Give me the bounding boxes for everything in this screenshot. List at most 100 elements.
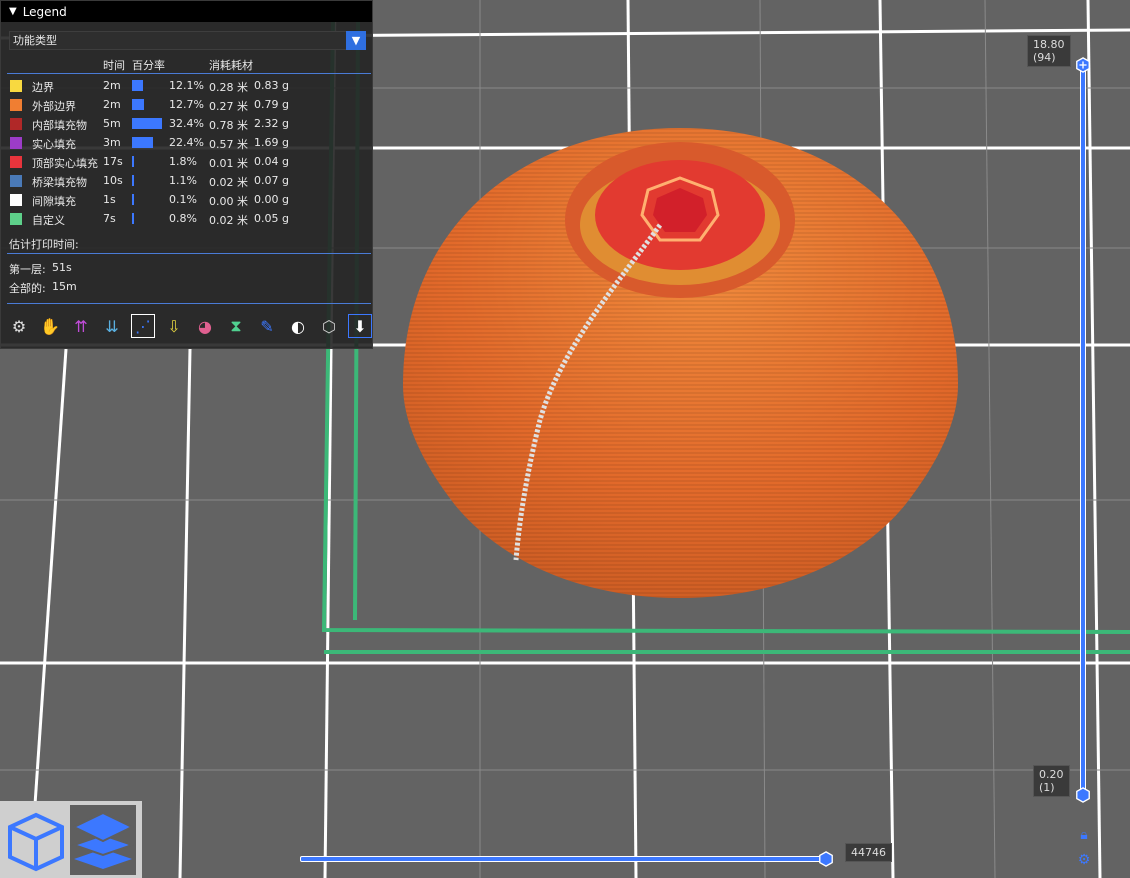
top-layer-handle[interactable] <box>1075 57 1091 73</box>
feature-length: 0.02 米 <box>209 214 248 227</box>
seams-icon[interactable]: ⋰ <box>131 314 155 338</box>
total-value: 15m <box>52 280 77 293</box>
column-time: 时间 <box>103 59 125 72</box>
feature-name: 内部填充物 <box>32 119 87 132</box>
legend-row[interactable]: 边界 2m 12.1% 0.28 米 0.83 g <box>1 76 374 95</box>
feature-time: 2m <box>103 98 121 111</box>
feature-time: 2m <box>103 79 121 92</box>
gear-icon[interactable]: ⚙ <box>1075 851 1093 869</box>
legend-row[interactable]: 桥梁填充物 10s 1.1% 0.02 米 0.07 g <box>1 171 374 190</box>
feature-name: 实心填充 <box>32 138 76 151</box>
color-swatch <box>10 175 22 187</box>
percent-bar <box>132 118 162 129</box>
move-slider-handle[interactable] <box>818 851 834 867</box>
column-percent: 百分率 <box>132 59 165 72</box>
wipe-icon[interactable]: ✋ <box>38 314 62 338</box>
travel-icon[interactable]: ⚙ <box>7 314 31 338</box>
feature-name: 桥梁填充物 <box>32 176 87 189</box>
feature-percent: 1.8% <box>169 155 197 168</box>
custom-gcode-icon[interactable]: ✎ <box>255 314 279 338</box>
shells-icon[interactable]: ⬡ <box>317 314 341 338</box>
top-layer-number: (94) <box>1033 51 1056 64</box>
divider <box>7 73 371 74</box>
bottom-layer-label: 0.20 (1) <box>1033 765 1070 797</box>
feature-time: 17s <box>103 155 123 168</box>
pause-icon[interactable]: ⧗ <box>224 314 248 338</box>
color-swatch <box>10 156 22 168</box>
first-layer-value: 51s <box>52 261 72 274</box>
percent-bar <box>132 213 134 224</box>
feature-weight: 0.83 g <box>254 79 289 92</box>
color-swatch <box>10 213 22 225</box>
feature-length: 0.28 米 <box>209 81 248 94</box>
legend-row[interactable]: 实心填充 3m 22.4% 0.57 米 1.69 g <box>1 133 374 152</box>
center-of-gravity-icon[interactable]: ◐ <box>286 314 310 338</box>
feature-name: 顶部实心填充 <box>32 157 98 170</box>
print-model[interactable] <box>403 128 958 598</box>
tool-marker-icon[interactable]: ⬇ <box>348 314 372 338</box>
feature-percent: 12.7% <box>169 98 204 111</box>
percent-bar <box>132 80 144 91</box>
feature-length: 0.01 米 <box>209 157 248 170</box>
feature-weight: 2.32 g <box>254 117 289 130</box>
move-slider-value: 44746 <box>845 843 892 862</box>
feature-percent: 22.4% <box>169 136 204 149</box>
legend-row[interactable]: 外部边界 2m 12.7% 0.27 米 0.79 g <box>1 95 374 114</box>
feature-percent: 1.1% <box>169 174 197 187</box>
feature-length: 0.02 米 <box>209 176 248 189</box>
percent-bar <box>132 137 153 148</box>
feature-weight: 0.07 g <box>254 174 289 187</box>
feature-time: 3m <box>103 136 121 149</box>
feature-weight: 1.69 g <box>254 136 289 149</box>
feature-weight: 0.05 g <box>254 212 289 225</box>
view-switcher <box>0 801 142 878</box>
first-layer-label: 第一层: <box>9 263 46 276</box>
legend-row[interactable]: 顶部实心填充 17s 1.8% 0.01 米 0.04 g <box>1 152 374 171</box>
feature-length: 0.78 米 <box>209 119 248 132</box>
feature-name: 外部边界 <box>32 100 76 113</box>
retraction-icon[interactable]: ⇈ <box>69 314 93 338</box>
feature-name: 间隙填充 <box>32 195 76 208</box>
lock-icon[interactable]: 🔒︎ <box>1075 826 1093 844</box>
feature-length: 0.00 米 <box>209 195 248 208</box>
legend-titlebar[interactable]: ▼ Legend <box>1 1 372 22</box>
layer-slider-track[interactable] <box>1080 66 1086 797</box>
collapse-triangle-icon[interactable]: ▼ <box>9 6 17 17</box>
total-label: 全部的: <box>9 282 46 295</box>
color-change-icon[interactable]: ◕ <box>193 314 217 338</box>
feature-weight: 0.79 g <box>254 98 289 111</box>
legend-row[interactable]: 内部填充物 5m 32.4% 0.78 米 2.32 g <box>1 114 374 133</box>
feature-time: 5m <box>103 117 121 130</box>
feature-name: 边界 <box>32 81 54 94</box>
percent-bar <box>132 175 134 186</box>
chevron-down-icon[interactable]: ▼ <box>346 31 366 50</box>
feature-weight: 0.00 g <box>254 193 289 206</box>
feature-length: 0.57 米 <box>209 138 248 151</box>
preview-layers-icon[interactable] <box>70 805 136 875</box>
legend-title: Legend <box>22 4 67 19</box>
deretraction-icon[interactable]: ⇊ <box>100 314 124 338</box>
legend-row[interactable]: 间隙填充 1s 0.1% 0.00 米 0.00 g <box>1 190 374 209</box>
bottom-layer-number: (1) <box>1039 781 1055 794</box>
bottom-layer-handle[interactable] <box>1075 787 1091 803</box>
divider <box>7 303 371 304</box>
view-type-dropdown[interactable]: 功能类型 ▼ <box>9 31 366 50</box>
3d-view-icon[interactable] <box>4 805 68 875</box>
option-toolbar: ⚙ ✋ ⇈ ⇊ ⋰ ⇩ ◕ ⧗ ✎ ◐ ⬡ ⬇ <box>7 314 372 338</box>
color-swatch <box>10 118 22 130</box>
legend-row[interactable]: 自定义 7s 0.8% 0.02 米 0.05 g <box>1 209 374 228</box>
column-material: 消耗耗材 <box>209 59 253 72</box>
percent-bar <box>132 99 144 110</box>
feature-time: 10s <box>103 174 123 187</box>
top-height: 18.80 <box>1033 38 1065 51</box>
color-swatch <box>10 194 22 206</box>
estimate-label: 估计打印时间: <box>9 238 79 251</box>
view-type-value: 功能类型 <box>13 34 57 47</box>
feature-time: 1s <box>103 193 116 206</box>
color-swatch <box>10 80 22 92</box>
tool-change-icon[interactable]: ⇩ <box>162 314 186 338</box>
feature-percent: 12.1% <box>169 79 204 92</box>
color-swatch <box>10 137 22 149</box>
move-slider-track[interactable] <box>300 856 828 862</box>
feature-length: 0.27 米 <box>209 100 248 113</box>
